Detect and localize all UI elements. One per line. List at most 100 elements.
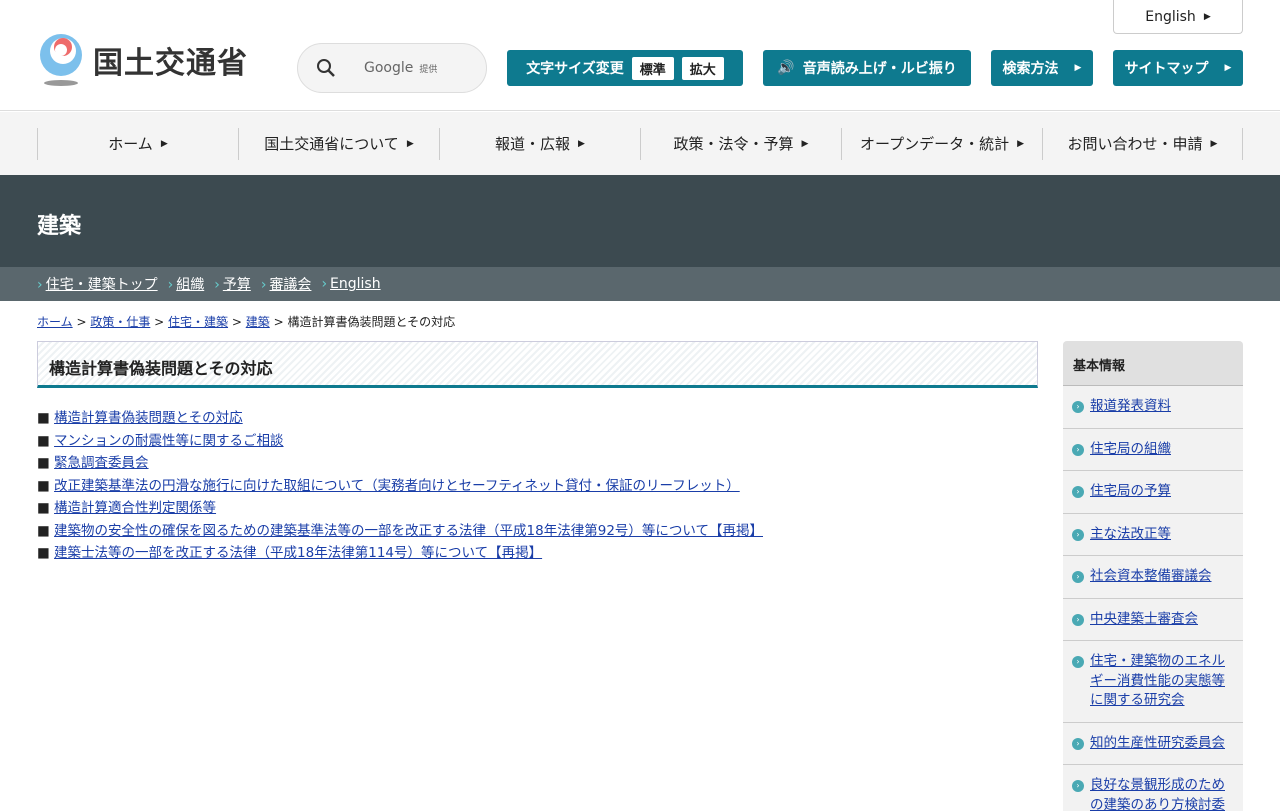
header: 国土交通省 English ▶ Google 提供 文字サイズ変更 標準 拡大 🔊… xyxy=(0,0,1280,111)
sidebar-item: › 報道発表資料 xyxy=(1063,386,1243,429)
sidebar-link[interactable]: 住宅局の組織 xyxy=(1090,441,1171,457)
search-method-label: 検索方法 xyxy=(1002,61,1059,77)
list-link[interactable]: 構造計算適合性判定関係等 xyxy=(54,500,216,516)
list-item: ■ 緊急調査委員会 xyxy=(37,455,149,471)
nav-press[interactable]: 報道・広報 ▶ xyxy=(439,127,640,160)
chevron-circle-icon: › xyxy=(1072,656,1084,668)
search-icon xyxy=(317,59,335,77)
triangle-right-icon: ▶ xyxy=(406,138,414,149)
nav-label: 国土交通省について xyxy=(264,135,399,153)
subnav-link[interactable]: 住宅・建築トップ xyxy=(46,277,158,293)
list-link[interactable]: 緊急調査委員会 xyxy=(54,455,149,471)
nav-label: オープンデータ・統計 xyxy=(859,135,1010,153)
triangle-right-icon: ▶ xyxy=(1074,63,1082,73)
breadcrumb: ホーム > 政策・仕事 > 住宅・建築 > 建築 > 構造計算書偽装問題とその対… xyxy=(37,315,456,329)
chevron-circle-icon: › xyxy=(1072,401,1084,413)
list-item: ■ マンションの耐震性等に関するご相談 xyxy=(37,432,284,449)
sitemap-button[interactable]: サイトマップ ▶ xyxy=(1113,50,1243,86)
search-method-button[interactable]: 検索方法 ▶ xyxy=(991,50,1093,86)
chevron-circle-icon: › xyxy=(1072,780,1084,792)
chevron-circle-icon: › xyxy=(1072,571,1084,583)
chevron-circle-icon: › xyxy=(1072,613,1084,626)
sidebar-item: › 住宅・建築物のエネルギー消費性能の実態等に関する研究会 xyxy=(1063,641,1243,723)
chevron-right-icon: › xyxy=(37,277,43,293)
search-box[interactable]: Google 提供 xyxy=(297,43,487,93)
sidebar-link[interactable]: 知的生産性研究委員会 xyxy=(1090,735,1225,751)
subnav-link[interactable]: 組織 xyxy=(176,277,204,293)
breadcrumb-current: 構造計算書偽装問題とその対応 xyxy=(287,315,456,329)
triangle-right-icon: ▶ xyxy=(1203,11,1211,22)
sidebar-item: › 中央建築士審査会 xyxy=(1063,599,1243,641)
sidebar-link[interactable]: 社会資本整備審議会 xyxy=(1090,568,1212,584)
list-link[interactable]: 建築士法等の一部を改正する法律（平成18年法律第114号）等について【再掲】 xyxy=(54,545,542,561)
sidebar-item: › 住宅局の予算 xyxy=(1063,471,1243,514)
nav-contact[interactable]: お問い合わせ・申請 ▶ xyxy=(1042,127,1243,160)
nav-home[interactable]: ホーム ▶ xyxy=(37,127,238,160)
list-link[interactable]: 改正建築基準法の円滑な施行に向けた取組について（実務者向けとセーフティネット貸付… xyxy=(54,478,740,494)
link-list: ■ 構造計算書偽装問題とその対応 ■ マンションの耐震性等に関するご相談 ■ 緊… xyxy=(37,407,763,565)
list-link[interactable]: マンションの耐震性等に関するご相談 xyxy=(54,433,284,449)
subnav-link[interactable]: English xyxy=(330,276,381,292)
speech-button[interactable]: 🔊 音声読み上げ・ルビ振り xyxy=(763,50,971,86)
breadcrumb-link[interactable]: 住宅・建築 xyxy=(168,315,228,329)
breadcrumb-link[interactable]: 政策・仕事 xyxy=(90,315,150,329)
logo-text: 国土交通省 xyxy=(93,46,248,81)
list-item: ■ 構造計算書偽装問題とその対応 xyxy=(37,410,243,426)
sidebar-item: › 社会資本整備審議会 xyxy=(1063,556,1243,599)
triangle-right-icon: ▶ xyxy=(1017,138,1025,149)
sub-nav: › 住宅・建築トップ › 組織 › 予算 › 審議会 › English xyxy=(0,267,1280,301)
chevron-circle-icon: › xyxy=(1072,486,1084,498)
logo-mark-icon xyxy=(37,33,85,87)
sidebar-title: 基本情報 xyxy=(1063,341,1243,386)
english-label: English xyxy=(1145,8,1196,25)
sitemap-label: サイトマップ xyxy=(1124,61,1209,77)
google-label: Google xyxy=(364,60,414,76)
global-nav: ホーム ▶ 国土交通省について ▶ 報道・広報 ▶ 政策・法令・予算 ▶ オープンデータ… xyxy=(0,112,1280,175)
sidebar-link[interactable]: 良好な景観形成のための建築のあり方検討委員会 xyxy=(1090,777,1225,811)
nav-about[interactable]: 国土交通省について ▶ xyxy=(238,127,439,160)
list-link[interactable]: 構造計算書偽装問題とその対応 xyxy=(54,410,243,426)
sidebar-item: › 良好な景観形成のための建築のあり方検討委員会 xyxy=(1063,765,1243,811)
sidebar-item: › 主な法改正等 xyxy=(1063,514,1243,556)
triangle-right-icon: ▶ xyxy=(160,138,168,149)
sidebar-link[interactable]: 住宅局の予算 xyxy=(1090,483,1171,499)
list-item: ■ 建築物の安全性の確保を図るための建築基準法等の一部を改正する法律（平成18年… xyxy=(37,522,763,539)
list-item: ■ 建築士法等の一部を改正する法律（平成18年法律第114号）等について【再掲】 xyxy=(37,545,543,561)
nav-opendata[interactable]: オープンデータ・統計 ▶ xyxy=(841,127,1042,160)
triangle-right-icon: ▶ xyxy=(578,138,585,149)
sidebar-item: › 住宅局の組織 xyxy=(1063,429,1243,471)
sidebar-link[interactable]: 報道発表資料 xyxy=(1090,398,1171,414)
breadcrumb-link[interactable]: 建築 xyxy=(246,315,270,329)
sidebar-link[interactable]: 住宅・建築物のエネルギー消費性能の実態等に関する研究会 xyxy=(1090,653,1225,708)
subnav-link[interactable]: 審議会 xyxy=(269,277,311,293)
nav-label: お問い合わせ・申請 xyxy=(1067,135,1203,153)
sidebar-link[interactable]: 中央建築士審査会 xyxy=(1090,611,1198,627)
provided-label: 提供 xyxy=(419,64,438,75)
page-title: 建築 xyxy=(0,175,1280,267)
chevron-right-icon: › xyxy=(260,277,267,293)
list-item: ■ 構造計算適合性判定関係等 xyxy=(37,500,217,516)
chevron-right-icon: › xyxy=(167,277,174,293)
chevron-right-icon: › xyxy=(214,277,220,293)
font-large-button[interactable]: 拡大 xyxy=(681,56,724,80)
nav-label: ホーム xyxy=(108,135,153,153)
triangle-right-icon: ▶ xyxy=(1224,63,1232,73)
sidebar-item: › 知的生産性研究委員会 xyxy=(1063,723,1243,765)
subnav-link[interactable]: 予算 xyxy=(223,277,251,293)
triangle-right-icon: ▶ xyxy=(1210,138,1218,149)
font-size-control: 文字サイズ変更 標準 拡大 xyxy=(507,50,743,86)
sidebar-link[interactable]: 主な法改正等 xyxy=(1090,526,1171,542)
english-link[interactable]: English ▶ xyxy=(1113,0,1243,34)
logo[interactable]: 国土交通省 xyxy=(37,33,248,87)
speaker-icon: 🔊 xyxy=(777,60,795,76)
nav-label: 政策・法令・予算 xyxy=(673,135,794,153)
breadcrumb-link[interactable]: ホーム xyxy=(37,315,73,329)
list-item: ■ 改正建築基準法の円滑な施行に向けた取組について（実務者向けとセーフティネット… xyxy=(37,477,740,494)
chevron-circle-icon: › xyxy=(1072,528,1084,541)
nav-label: 報道・広報 xyxy=(495,135,571,153)
font-standard-button[interactable]: 標準 xyxy=(631,56,674,80)
list-link[interactable]: 建築物の安全性の確保を図るための建築基準法等の一部を改正する法律（平成18年法律… xyxy=(54,523,763,539)
chevron-circle-icon: › xyxy=(1072,443,1084,456)
nav-policy[interactable]: 政策・法令・予算 ▶ xyxy=(640,127,841,160)
triangle-right-icon: ▶ xyxy=(801,138,809,149)
